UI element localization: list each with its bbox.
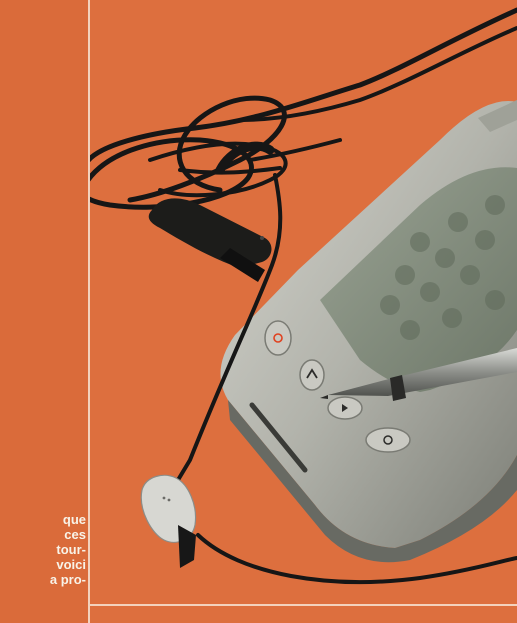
inline-remote	[140, 474, 197, 568]
down-button[interactable]	[327, 396, 363, 420]
text-line-2: ces	[64, 527, 86, 542]
magazine-page: que ces tour-voici a pro-	[0, 0, 517, 623]
text-line-4: voici	[56, 557, 86, 572]
article-excerpt: que ces tour-voici a pro-	[0, 512, 86, 587]
text-line-3: tour-	[56, 542, 86, 557]
text-line-1: que	[62, 512, 86, 527]
text-line-5: a pro-	[49, 572, 86, 587]
clip-microphone	[148, 198, 272, 282]
product-photo	[90, 7, 517, 584]
up-button[interactable]	[299, 359, 325, 391]
bottom-rule	[88, 604, 517, 606]
menu-button[interactable]	[365, 427, 411, 453]
power-button[interactable]	[264, 320, 292, 356]
text-column: que ces tour-voici a pro-	[0, 0, 88, 623]
